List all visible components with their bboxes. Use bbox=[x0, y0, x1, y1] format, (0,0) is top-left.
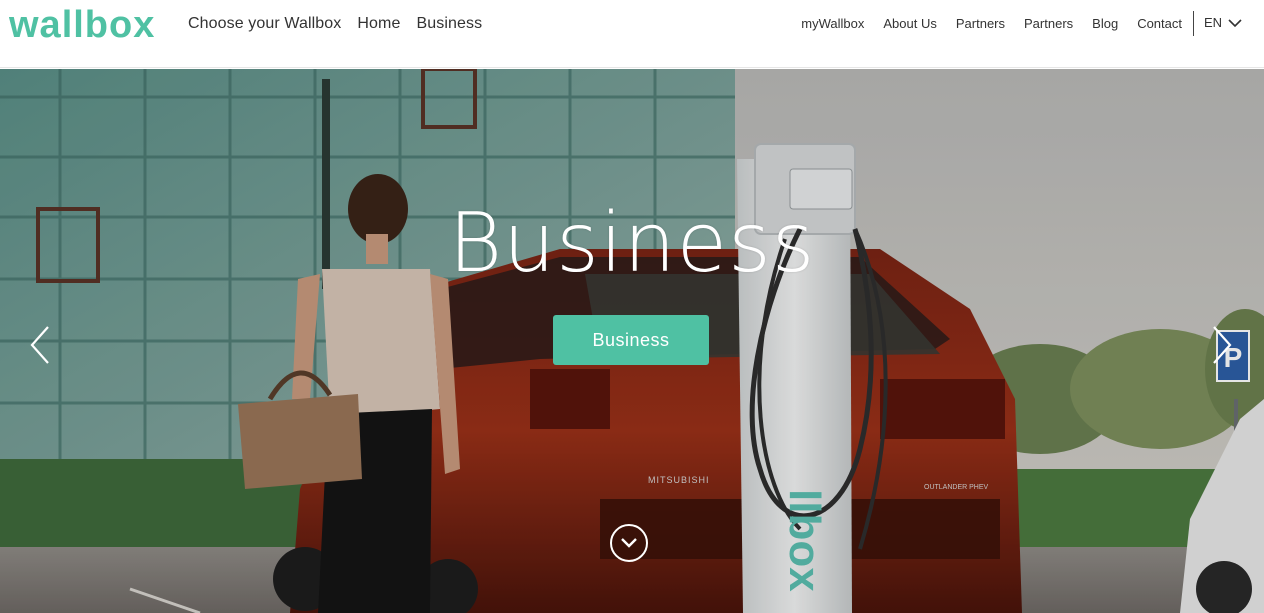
hero-slider: P MITSUBISHI OUTLANDER PHEV llbox Busine… bbox=[0, 69, 1264, 613]
nav-contact[interactable]: Contact bbox=[1137, 15, 1182, 33]
nav-partners-2[interactable]: Partners bbox=[1024, 15, 1073, 33]
logo-text: wallbox bbox=[9, 6, 155, 44]
slider-next-button[interactable] bbox=[1208, 325, 1234, 365]
nav-partners[interactable]: Partners bbox=[956, 15, 1005, 33]
chevron-left-icon bbox=[30, 326, 49, 364]
chevron-down-icon bbox=[621, 538, 637, 548]
nav-mywallbox[interactable]: myWallbox bbox=[801, 15, 864, 33]
secondary-nav: myWallbox About Us Partners Partners Blo… bbox=[801, 15, 1182, 33]
nav-divider bbox=[1193, 11, 1194, 36]
business-cta-button[interactable]: Business bbox=[553, 315, 709, 365]
chevron-right-icon bbox=[1213, 326, 1232, 364]
slider-prev-button[interactable] bbox=[28, 325, 54, 365]
hero-title: Business bbox=[448, 196, 816, 291]
nav-choose-your-wallbox[interactable]: Choose your Wallbox bbox=[188, 14, 341, 34]
chevron-down-icon bbox=[1228, 18, 1242, 27]
nav-about-us[interactable]: About Us bbox=[883, 15, 936, 33]
wallbox-logo[interactable]: wallbox bbox=[9, 6, 171, 44]
scroll-down-button[interactable] bbox=[610, 524, 648, 562]
nav-blog[interactable]: Blog bbox=[1092, 15, 1118, 33]
nav-business[interactable]: Business bbox=[416, 14, 482, 34]
primary-nav: Choose your Wallbox Home Business bbox=[188, 14, 482, 34]
language-selector[interactable]: EN bbox=[1204, 15, 1242, 30]
nav-home[interactable]: Home bbox=[357, 14, 400, 34]
site-header: wallbox Choose your Wallbox Home Busines… bbox=[0, 0, 1264, 68]
language-label: EN bbox=[1204, 15, 1223, 30]
